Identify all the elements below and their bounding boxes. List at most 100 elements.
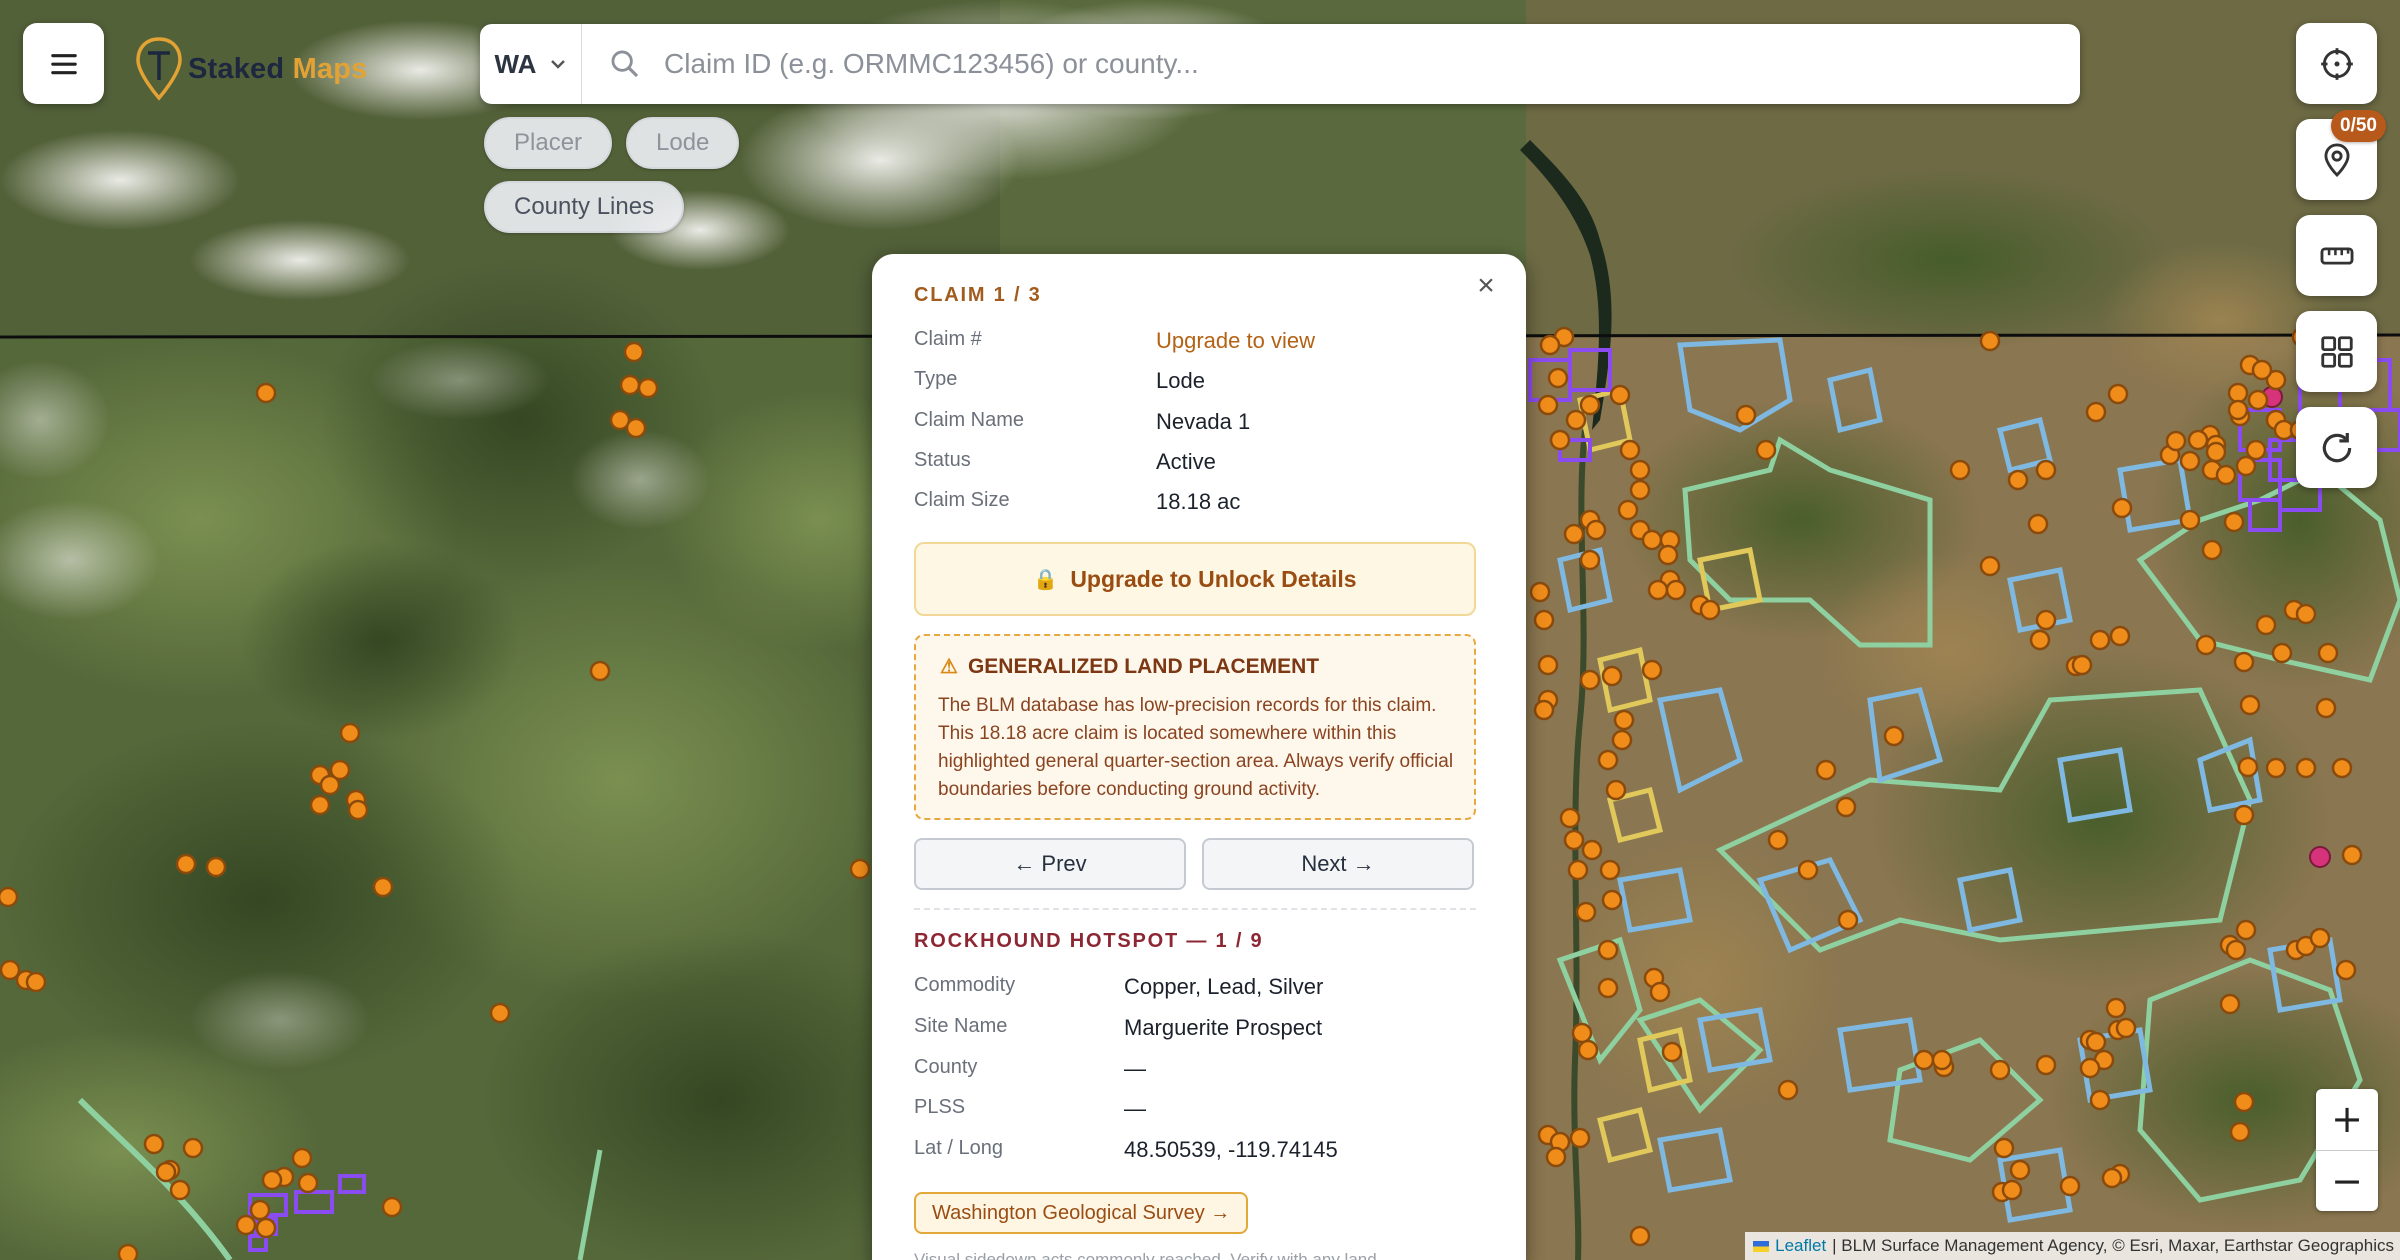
claim-marker[interactable]: [1537, 394, 1559, 416]
claim-marker[interactable]: [1913, 1049, 1935, 1071]
claim-marker[interactable]: [2235, 455, 2257, 477]
claim-marker[interactable]: [2251, 359, 2273, 381]
claim-marker[interactable]: [297, 1172, 319, 1194]
claim-marker[interactable]: [255, 1217, 277, 1239]
claim-marker[interactable]: [1641, 529, 1663, 551]
claim-marker[interactable]: [2309, 927, 2331, 949]
claim-marker[interactable]: [1949, 459, 1971, 481]
claim-marker[interactable]: [1563, 523, 1585, 545]
claim-marker[interactable]: [1533, 609, 1555, 631]
zoom-in-button[interactable]: +: [2316, 1089, 2378, 1150]
claim-marker[interactable]: [2295, 757, 2317, 779]
claim-marker[interactable]: [1629, 479, 1651, 501]
filter-placer[interactable]: Placer: [484, 117, 613, 169]
claim-marker[interactable]: [261, 1169, 283, 1191]
claim-marker[interactable]: [381, 1196, 403, 1218]
claim-marker[interactable]: [143, 1133, 165, 1155]
claim-marker[interactable]: [2165, 430, 2187, 452]
claim-marker[interactable]: [589, 660, 611, 682]
claim-marker[interactable]: [1545, 1146, 1567, 1168]
claim-marker[interactable]: [2179, 509, 2201, 531]
claim-marker[interactable]: [2233, 804, 2255, 826]
claim-marker[interactable]: [169, 1179, 191, 1201]
refresh-button[interactable]: [2296, 407, 2377, 488]
claim-marker[interactable]: [1661, 1041, 1683, 1063]
claim-marker[interactable]: [2035, 459, 2057, 481]
claim-marker[interactable]: [2109, 625, 2131, 647]
claim-marker[interactable]: [2001, 1179, 2023, 1201]
claim-marker[interactable]: [175, 853, 197, 875]
claim-marker[interactable]: [2089, 1089, 2111, 1111]
claim-marker[interactable]: [1979, 555, 2001, 577]
claim-marker[interactable]: [1579, 394, 1601, 416]
claim-marker[interactable]: [291, 1147, 313, 1169]
claim-marker[interactable]: [489, 1002, 511, 1024]
claim-marker[interactable]: [2227, 382, 2249, 404]
claim-marker[interactable]: [1537, 654, 1559, 676]
claim-marker[interactable]: [2215, 464, 2237, 486]
claim-marker[interactable]: [255, 382, 277, 404]
claim-marker[interactable]: [2035, 609, 2057, 631]
claim-marker[interactable]: [2115, 1017, 2137, 1039]
leaflet-link[interactable]: Leaflet: [1775, 1236, 1826, 1256]
claim-marker[interactable]: [235, 1214, 257, 1236]
claim-marker[interactable]: [1609, 384, 1631, 406]
state-select[interactable]: WA: [480, 24, 582, 104]
claim-marker[interactable]: [1767, 829, 1789, 851]
claim-marker[interactable]: [2335, 959, 2357, 981]
claim-marker[interactable]: [1599, 859, 1621, 881]
claim-marker[interactable]: [1597, 749, 1619, 771]
claim-marker[interactable]: [1565, 409, 1587, 431]
claim-marker[interactable]: [339, 722, 361, 744]
claim-marker[interactable]: [1815, 759, 1837, 781]
claim-marker[interactable]: [625, 417, 647, 439]
claim-marker[interactable]: [319, 774, 341, 796]
claim-marker[interactable]: [1993, 1137, 2015, 1159]
claim-marker[interactable]: [2341, 844, 2363, 866]
claim-marker[interactable]: [2007, 469, 2029, 491]
geological-survey-link[interactable]: Washington Geological Survey →: [914, 1192, 1249, 1234]
claim-marker[interactable]: [2205, 441, 2227, 463]
claim-marker[interactable]: [182, 1137, 204, 1159]
zoom-out-button[interactable]: −: [2316, 1151, 2378, 1212]
claim-marker[interactable]: [2071, 654, 2093, 676]
claim-marker[interactable]: [1579, 549, 1601, 571]
claim-marker[interactable]: [2009, 1159, 2031, 1181]
prev-claim-button[interactable]: ← Prev: [914, 838, 1186, 890]
claim-marker[interactable]: [1735, 404, 1757, 426]
search-input[interactable]: [642, 24, 2080, 104]
claim-marker[interactable]: [1549, 429, 1571, 451]
measure-button[interactable]: [2296, 215, 2377, 296]
claim-marker[interactable]: [1617, 499, 1639, 521]
claim-marker[interactable]: [2315, 697, 2337, 719]
claim-marker[interactable]: [1577, 1039, 1599, 1061]
claim-marker[interactable]: [1569, 1127, 1591, 1149]
claim-marker[interactable]: [1931, 1049, 1953, 1071]
claim-marker[interactable]: [1575, 901, 1597, 923]
claim-marker[interactable]: [2027, 513, 2049, 535]
claim-marker[interactable]: [2237, 756, 2259, 778]
claim-marker[interactable]: [1979, 330, 2001, 352]
claim-marker[interactable]: [1547, 367, 1569, 389]
claim-marker[interactable]: [2101, 1167, 2123, 1189]
claim-marker[interactable]: [0, 959, 21, 981]
claim-marker[interactable]: [1657, 544, 1679, 566]
claim-marker[interactable]: [1601, 889, 1623, 911]
locate-button[interactable]: [2296, 23, 2377, 104]
claim-marker[interactable]: [2195, 634, 2217, 656]
claim-marker[interactable]: [1665, 579, 1687, 601]
claim-marker[interactable]: [1835, 796, 1857, 818]
close-icon[interactable]: ×: [1466, 266, 1506, 306]
claim-marker[interactable]: [1777, 1079, 1799, 1101]
claim-marker[interactable]: [1597, 977, 1619, 999]
claim-marker[interactable]: [849, 858, 871, 880]
claim-marker[interactable]: [117, 1243, 139, 1260]
claim-marker[interactable]: [155, 1161, 177, 1183]
claim-marker[interactable]: [2035, 1054, 2057, 1076]
claim-marker[interactable]: [2085, 1031, 2107, 1053]
claim-marker[interactable]: [1539, 334, 1561, 356]
claim-marker[interactable]: [1597, 939, 1619, 961]
claim-marker[interactable]: [1883, 725, 1905, 747]
claim-marker[interactable]: [2233, 651, 2255, 673]
claim-marker[interactable]: [637, 377, 659, 399]
